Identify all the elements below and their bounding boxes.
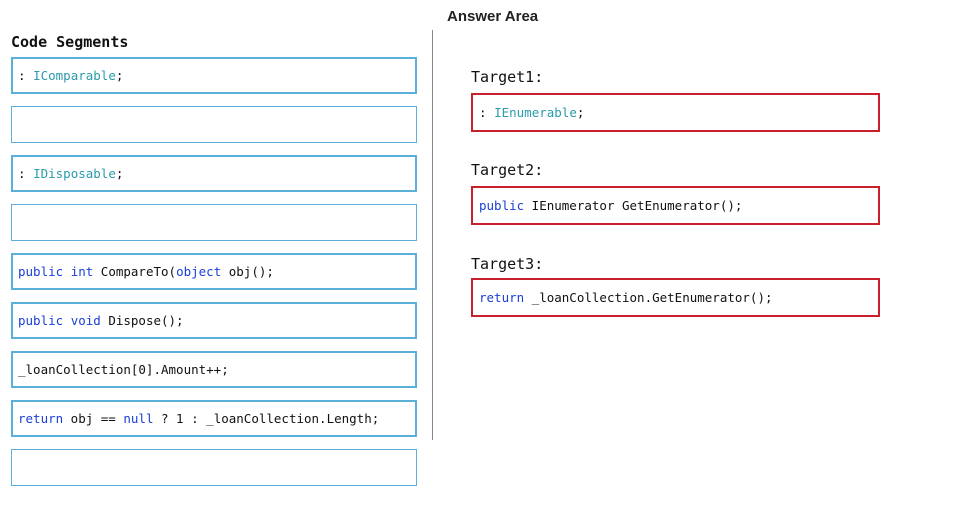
code-text: : [18,166,34,181]
target-2-drop-zone[interactable]: public IEnumerator GetEnumerator(); [471,186,880,225]
code-text: ; [115,68,124,83]
code-segment-4[interactable] [11,204,417,241]
code-text: IEnumerator GetEnumerator(); [524,198,743,213]
code-keyword: null [123,411,154,426]
code-segment-7[interactable]: _loanCollection[0].Amount++; [11,351,417,388]
code-type-name: IDisposable [33,166,116,181]
code-keyword: object [176,264,222,279]
code-text: ? 1 : _loanCollection.Length; [153,411,380,426]
code-segment-9[interactable] [11,449,417,486]
code-segment-6[interactable]: public void Dispose(); [11,302,417,339]
code-text: obj == [63,411,124,426]
target-3-label: Target3: [471,255,544,273]
code-text: _loanCollection[0].Amount++; [18,362,229,377]
target-2-label: Target2: [471,161,544,179]
code-keyword: public [18,264,64,279]
code-keyword: int [70,264,94,279]
code-text: _loanCollection.GetEnumerator(); [524,290,773,305]
code-text: ; [576,105,585,120]
code-keyword: public [479,198,525,213]
code-segment-1[interactable]: : IComparable; [11,57,417,94]
code-segments-title: Code Segments [11,33,129,51]
panel-divider [432,30,433,440]
target-3-drop-zone[interactable]: return _loanCollection.GetEnumerator(); [471,278,880,317]
code-text: obj(); [221,264,274,279]
code-segment-2[interactable] [11,106,417,143]
code-keyword: void [70,313,101,328]
code-segment-8[interactable]: return obj == null ? 1 : _loanCollection… [11,400,417,437]
code-keyword: public [18,313,64,328]
code-segment-5[interactable]: public int CompareTo(object obj(); [11,253,417,290]
code-keyword: return [18,411,64,426]
code-text: CompareTo( [93,264,177,279]
target-1-label: Target1: [471,68,544,86]
code-text: : [479,105,495,120]
code-keyword: return [479,290,525,305]
code-segment-3[interactable]: : IDisposable; [11,155,417,192]
code-type-name: IEnumerable [494,105,577,120]
code-text: ; [115,166,124,181]
answer-area-title: Answer Area [447,8,539,25]
code-text: Dispose(); [100,313,184,328]
target-1-drop-zone[interactable]: : IEnumerable; [471,93,880,132]
code-type-name: IComparable [33,68,116,83]
code-text: : [18,68,34,83]
